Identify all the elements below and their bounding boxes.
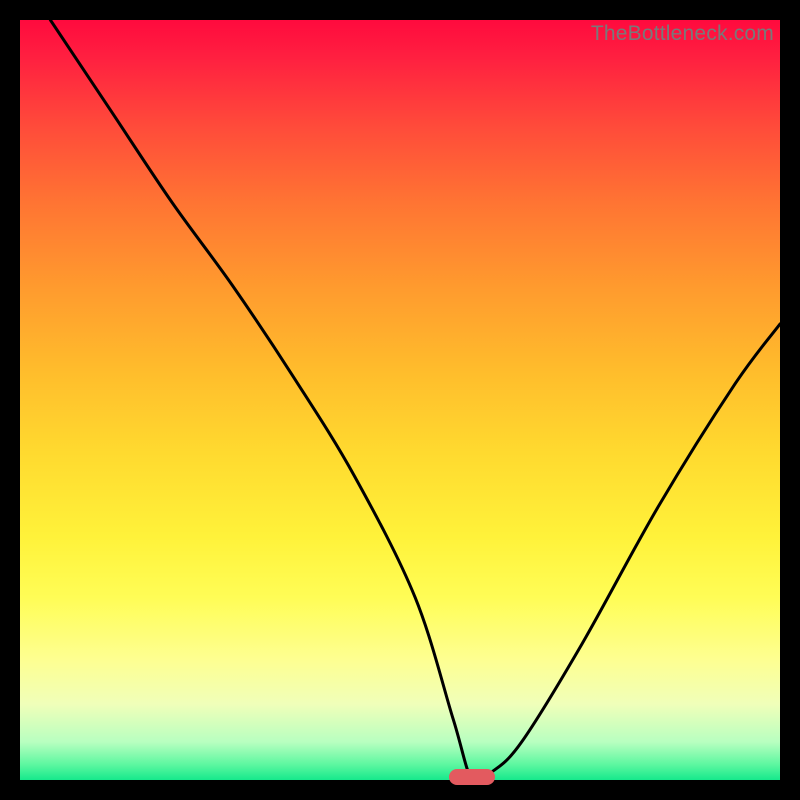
- chart-plot-area: TheBottleneck.com: [20, 20, 780, 780]
- bottleneck-curve: [20, 20, 780, 780]
- optimal-marker: [449, 769, 495, 785]
